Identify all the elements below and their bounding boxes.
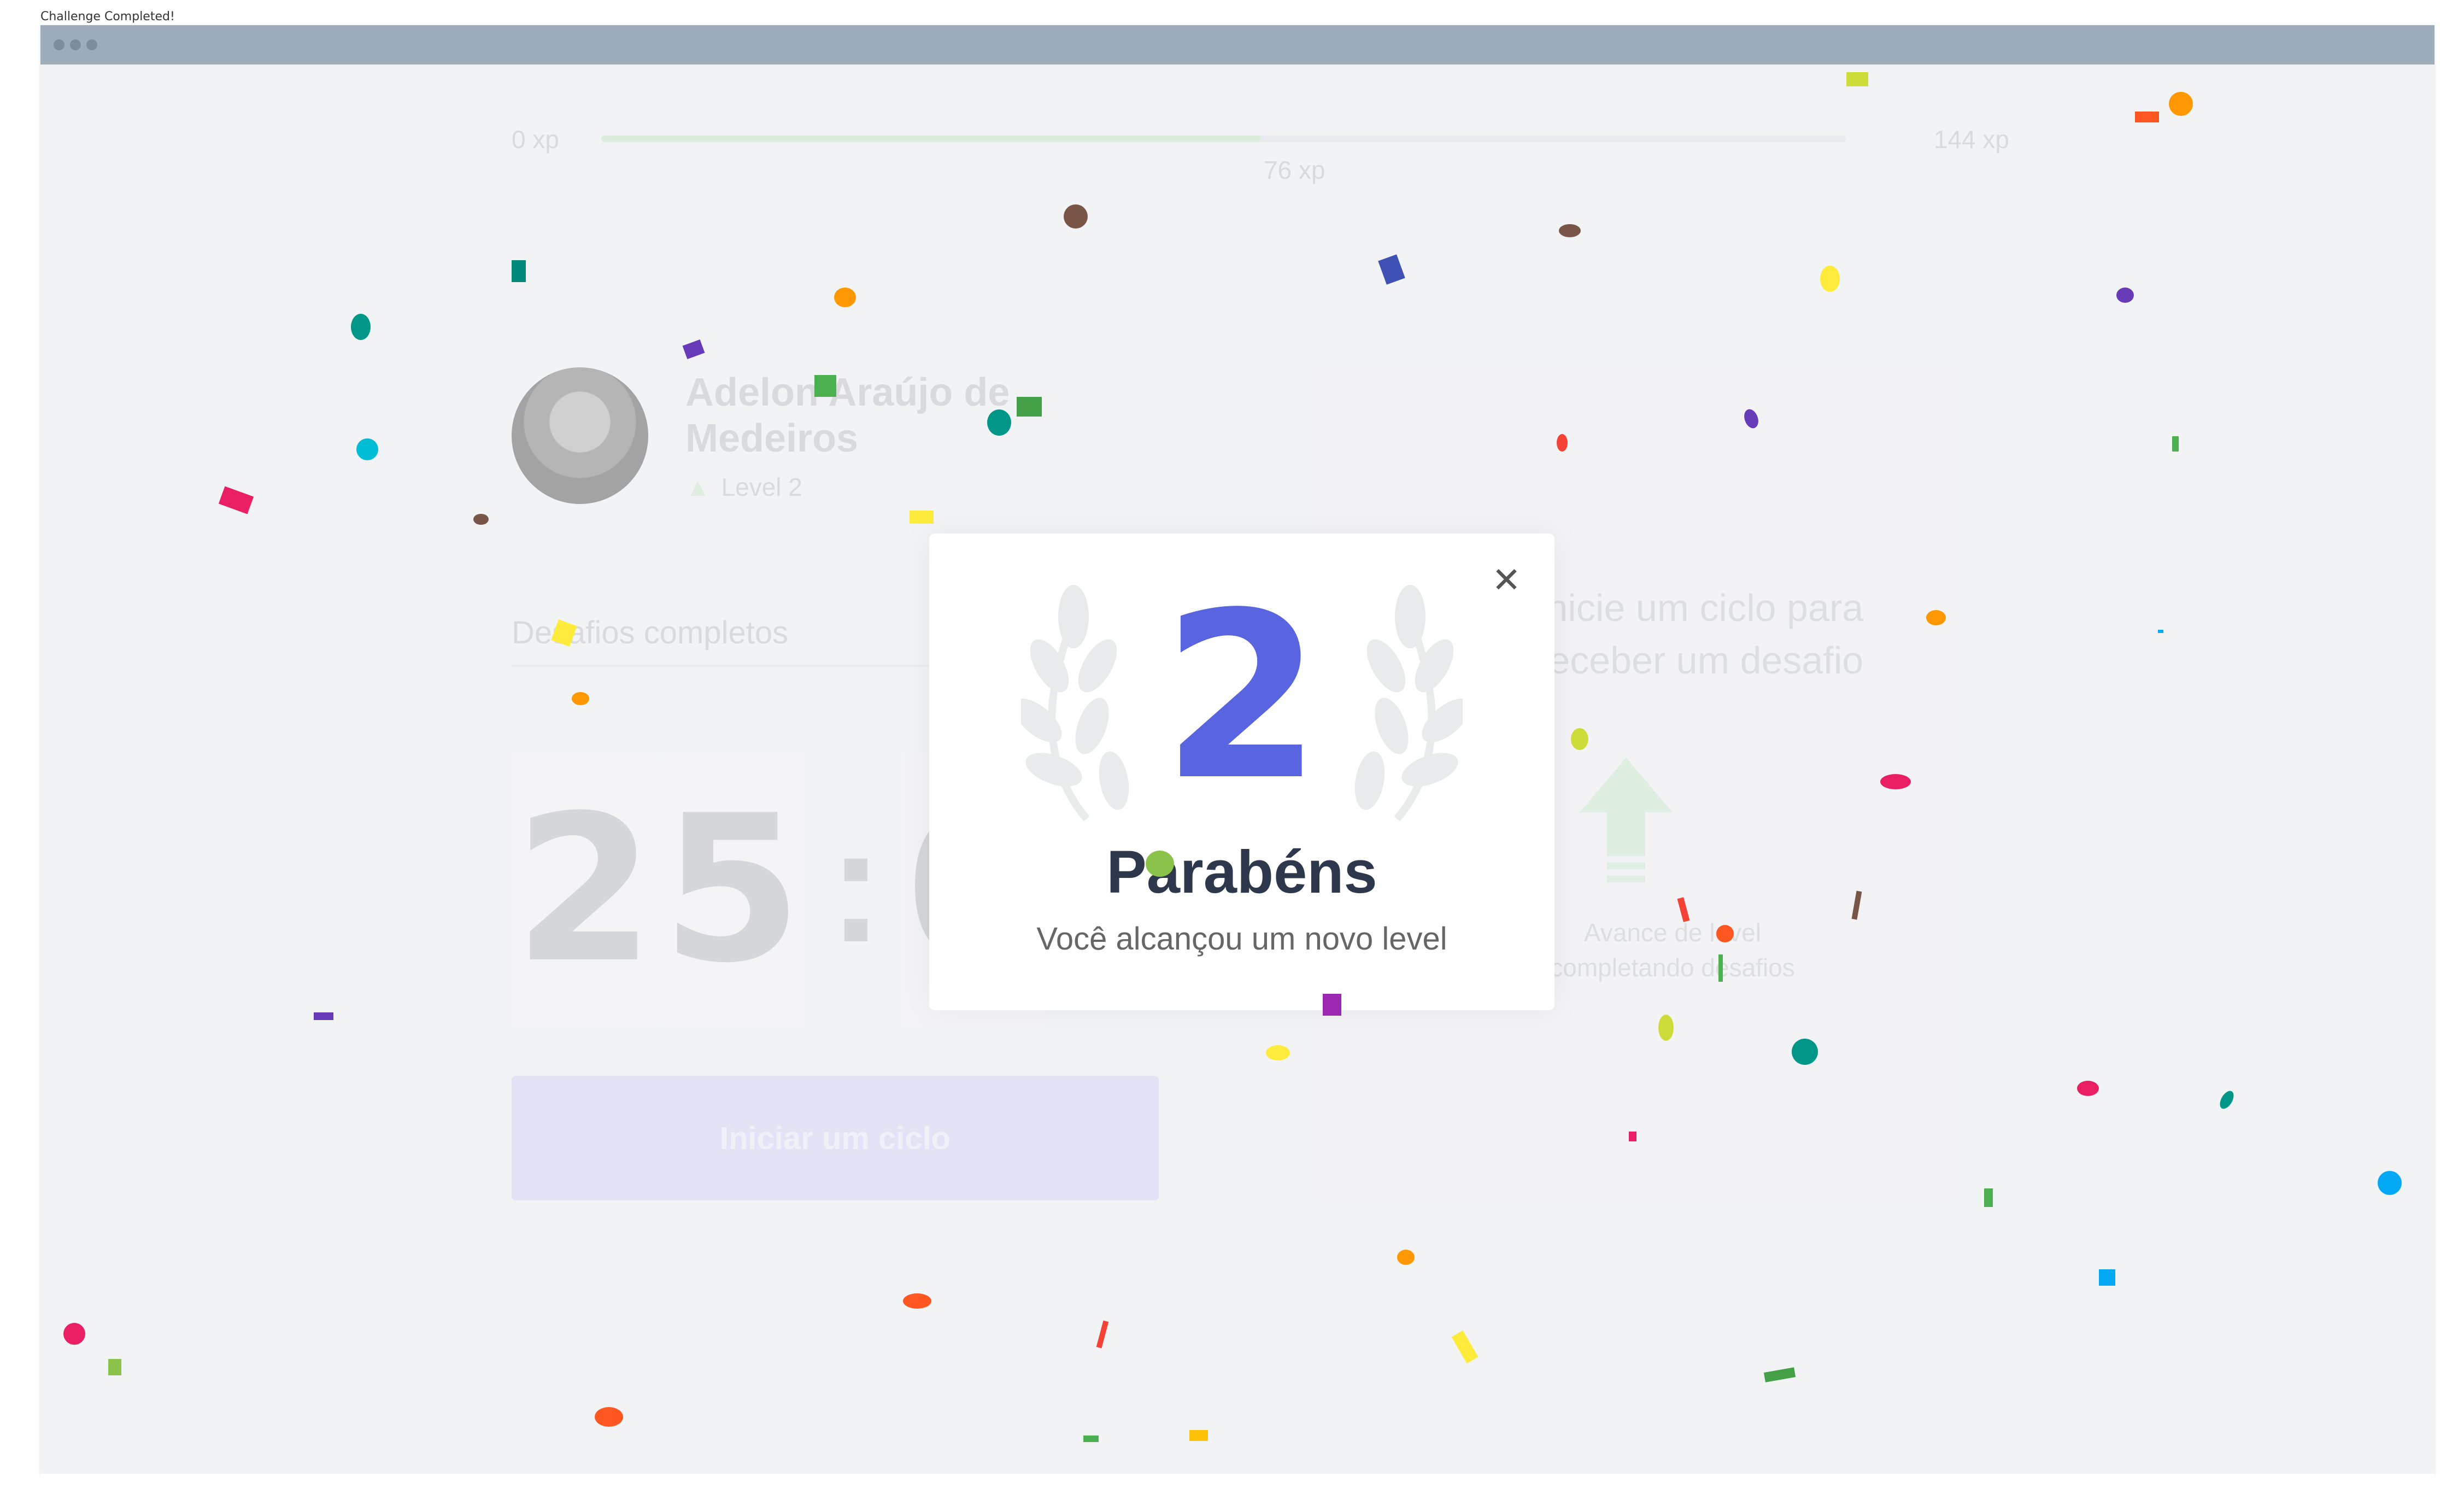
modal-title: Parabéns bbox=[1106, 839, 1377, 906]
modal-subtitle: Você alcançou um novo level bbox=[1036, 921, 1447, 957]
window-bottom-edge bbox=[40, 1474, 2434, 1479]
window-control-close[interactable] bbox=[54, 39, 64, 50]
new-level-number: 2 bbox=[1161, 564, 1322, 831]
window-caption: Challenge Completed! bbox=[40, 10, 175, 24]
window-control-minimize[interactable] bbox=[70, 39, 81, 50]
level-up-modal: ✕ 2 Parabéns Você alcançou um novo level bbox=[929, 534, 1554, 1010]
window-control-maximize[interactable] bbox=[86, 39, 97, 50]
browser-window: 0 xp 76 xp 144 xp Adelon Araújo de Medei… bbox=[40, 25, 2434, 1474]
window-titlebar bbox=[40, 25, 2434, 65]
